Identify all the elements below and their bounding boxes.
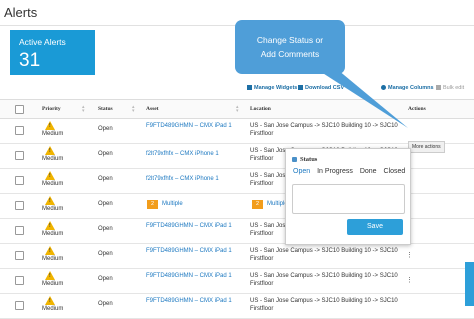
status-option-in-progress[interactable]: In Progress bbox=[317, 168, 353, 175]
sort-icon[interactable]: ▴ ▾ bbox=[82, 105, 85, 114]
asset-link[interactable]: F9FTD489GHMN – CMX iPad 1 bbox=[146, 247, 234, 255]
row-checkbox[interactable] bbox=[15, 226, 24, 235]
sort-icon[interactable]: ▴ ▾ bbox=[236, 105, 239, 114]
warning-mark: ! bbox=[49, 173, 51, 179]
header-priority[interactable]: Priority bbox=[42, 106, 61, 112]
warning-mark: ! bbox=[49, 298, 51, 304]
warning-mark: ! bbox=[49, 198, 51, 204]
save-button[interactable]: Save bbox=[347, 219, 403, 235]
asset-link[interactable]: f2lt79xfhfx – CMX iPhone 1 bbox=[146, 151, 219, 157]
location-cell: US - San Jose Campus -> SJC10 Building 1… bbox=[250, 298, 398, 312]
priority-cell: Medium bbox=[42, 306, 64, 312]
select-all-checkbox[interactable] bbox=[15, 105, 24, 114]
status-popover: Status Open In Progress Done Closed Save bbox=[285, 148, 411, 245]
manage-widgets-label: Manage Widgets bbox=[254, 85, 298, 91]
change-status-callout: Change Status or Add Comments bbox=[235, 20, 345, 74]
table-row[interactable]: ! Medium Open F9FTD489GHMN – CMX iPad 1 … bbox=[0, 268, 474, 294]
status-cell: Open bbox=[98, 301, 113, 307]
pencil-icon bbox=[436, 85, 441, 91]
widgets-icon bbox=[247, 85, 252, 91]
status-title-text: Status bbox=[300, 156, 318, 163]
asset-link[interactable]: F9FTD489GHMN – CMX iPad 1 bbox=[146, 222, 234, 230]
priority-cell: Medium bbox=[42, 281, 64, 287]
priority-cell: Medium bbox=[42, 256, 64, 262]
priority-cell: Medium bbox=[42, 231, 64, 237]
more-actions-tooltip: More actions bbox=[408, 141, 445, 153]
row-checkbox[interactable] bbox=[15, 201, 24, 210]
status-option-done[interactable]: Done bbox=[360, 168, 377, 175]
location-cell: US - San Jose Campus -> SJC10 Building 1… bbox=[250, 123, 398, 137]
location-count-badge: 2 bbox=[252, 200, 263, 209]
bulk-edit-button[interactable]: Bulk edit bbox=[436, 85, 464, 97]
asset-link[interactable]: f2lt79xfhfx – CMX iPhone 1 bbox=[146, 176, 219, 182]
download-csv-button[interactable]: Download CSV bbox=[298, 85, 344, 97]
asset-link[interactable]: Multiple bbox=[162, 201, 183, 207]
asset-link[interactable]: F9FTD489GHMN – CMX iPad 1 bbox=[146, 272, 234, 280]
row-actions-menu[interactable]: ⋮ bbox=[406, 276, 413, 284]
table-row[interactable]: ! Medium Open F9FTD489GHMN – CMX iPad 1 … bbox=[0, 243, 474, 269]
header-actions: Actions bbox=[408, 106, 426, 112]
status-cell: Open bbox=[98, 126, 113, 132]
callout-line-2: Add Comments bbox=[260, 49, 320, 59]
bulk-edit-label: Bulk edit bbox=[443, 85, 465, 91]
row-actions-menu[interactable]: ⋮ bbox=[406, 251, 413, 259]
table-header: Priority ▴ ▾ Status ▴ ▾ Asset ▴ ▾ Location … bbox=[0, 99, 474, 119]
asset-count-badge: 2 bbox=[147, 200, 158, 209]
warning-mark: ! bbox=[49, 248, 51, 254]
thumbs-up-icon bbox=[292, 157, 297, 163]
status-option-closed[interactable]: Closed bbox=[384, 168, 406, 175]
status-options: Open In Progress Done Closed bbox=[293, 168, 410, 175]
warning-mark: ! bbox=[49, 223, 51, 229]
manage-columns-label: Manage Columns bbox=[388, 85, 434, 91]
manage-columns-button[interactable]: Manage Columns bbox=[381, 85, 434, 97]
download-icon bbox=[298, 85, 303, 91]
gear-icon bbox=[381, 85, 386, 91]
row-checkbox[interactable] bbox=[15, 126, 24, 135]
location-cell: US - San Jose Campus -> SJC10 Building 1… bbox=[250, 273, 398, 287]
status-cell: Open bbox=[98, 151, 113, 157]
status-popover-title: Status bbox=[292, 156, 317, 163]
header-asset[interactable]: Asset bbox=[146, 106, 159, 112]
row-checkbox[interactable] bbox=[15, 251, 24, 260]
comment-textarea[interactable] bbox=[292, 184, 405, 214]
active-alerts-label: Active Alerts bbox=[19, 37, 66, 47]
sort-icon[interactable]: ▴ ▾ bbox=[132, 105, 135, 114]
priority-cell: Medium bbox=[42, 206, 64, 212]
table-row[interactable]: ! Medium Open F9FTD489GHMN – CMX iPad 1 … bbox=[0, 118, 474, 144]
header-status[interactable]: Status bbox=[98, 106, 113, 112]
active-alerts-card[interactable]: Active Alerts 31 bbox=[10, 30, 95, 75]
asset-link[interactable]: F9FTD489GHMN – CMX iPad 1 bbox=[146, 122, 234, 130]
row-checkbox[interactable] bbox=[15, 276, 24, 285]
asset-link[interactable]: F9FTD489GHMN – CMX iPad 1 bbox=[146, 297, 234, 305]
status-cell: Open bbox=[98, 201, 113, 207]
priority-cell: Medium bbox=[42, 181, 64, 187]
manage-widgets-button[interactable]: Manage Widgets bbox=[247, 85, 297, 97]
status-cell: Open bbox=[98, 176, 113, 182]
active-alerts-count: 31 bbox=[19, 50, 41, 71]
status-cell: Open bbox=[98, 251, 113, 257]
status-cell: Open bbox=[98, 226, 113, 232]
row-checkbox[interactable] bbox=[15, 176, 24, 185]
warning-mark: ! bbox=[49, 148, 51, 154]
download-csv-label: Download CSV bbox=[305, 85, 345, 91]
page-title: Alerts bbox=[4, 5, 38, 20]
location-cell: US - San Jose Campus -> SJC10 Building 1… bbox=[250, 248, 398, 262]
priority-cell: Medium bbox=[42, 131, 64, 137]
warning-mark: ! bbox=[49, 273, 51, 279]
status-option-open[interactable]: Open bbox=[293, 168, 310, 175]
side-panel-tab[interactable] bbox=[465, 262, 474, 306]
priority-cell: Medium bbox=[42, 156, 64, 162]
row-checkbox[interactable] bbox=[15, 151, 24, 160]
warning-mark: ! bbox=[49, 123, 51, 129]
header-location[interactable]: Location bbox=[250, 106, 271, 112]
status-cell: Open bbox=[98, 276, 113, 282]
callout-line-1: Change Status or bbox=[256, 35, 324, 45]
